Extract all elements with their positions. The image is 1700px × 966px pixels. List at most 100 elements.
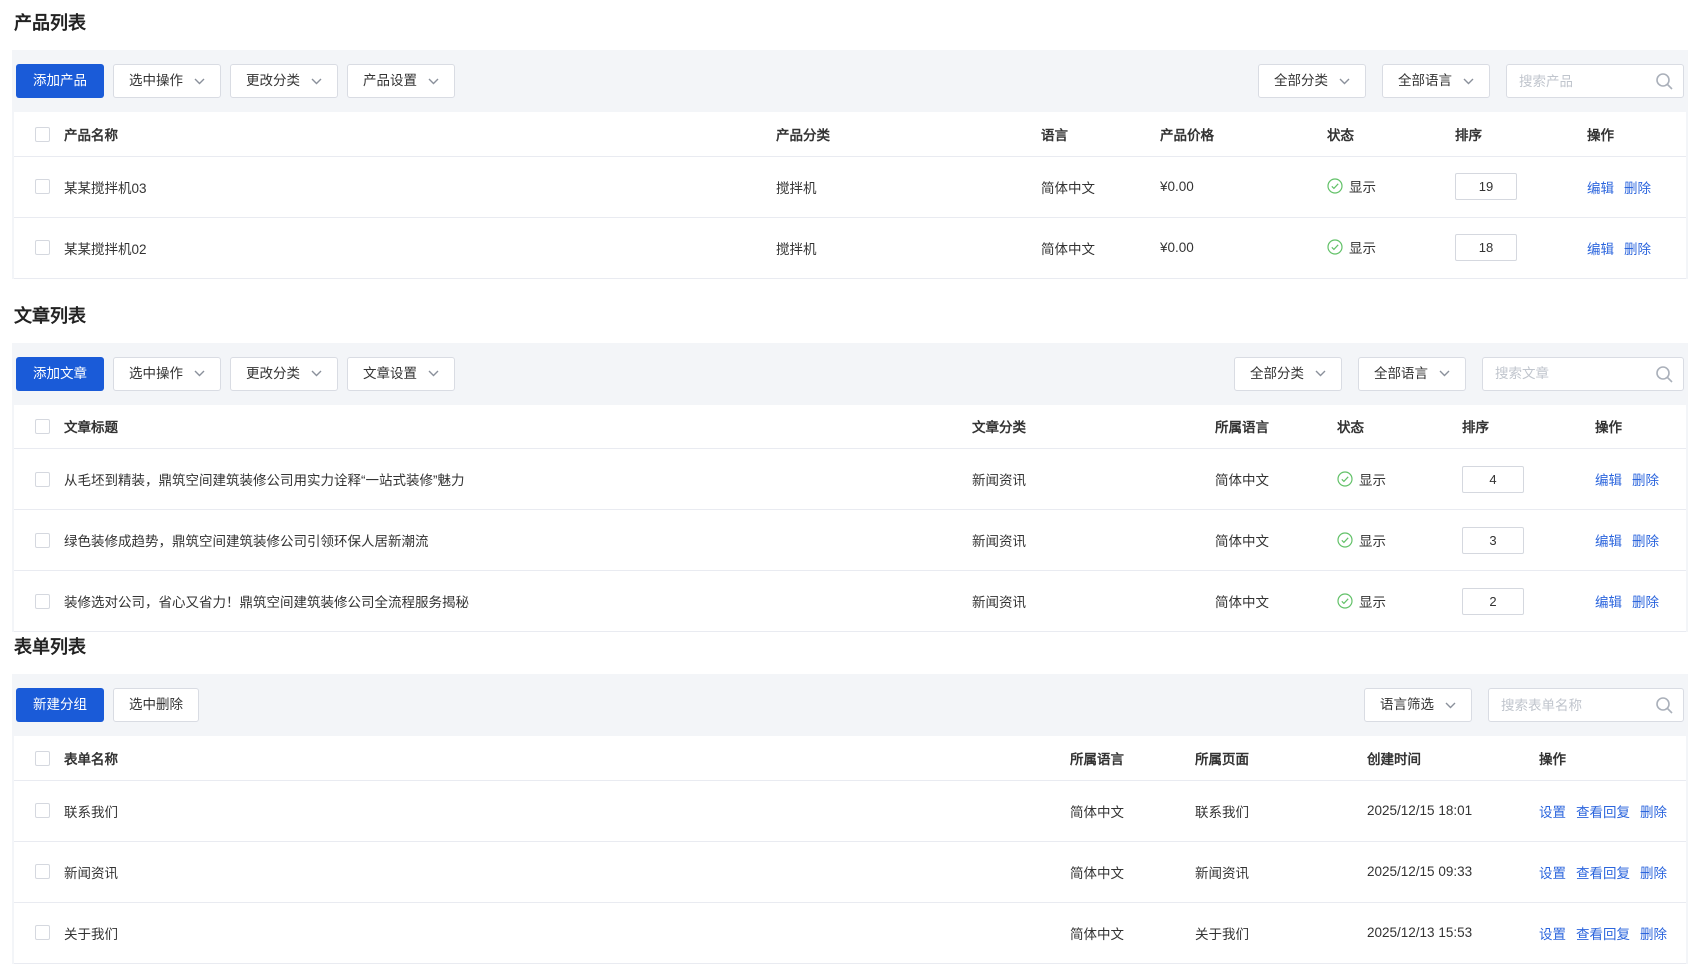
- selected-actions-dropdown[interactable]: 选中操作: [113, 357, 221, 391]
- status-badge: 显示: [1327, 237, 1376, 257]
- language-filter-dropdown[interactable]: 全部语言: [1382, 64, 1490, 98]
- article-row: 装修选对公司，省心又省力！鼎筑空间建筑装修公司全流程服务揭秘 新闻资讯 简体中文…: [14, 571, 1686, 632]
- delete-link[interactable]: 删除: [1624, 181, 1651, 196]
- dropdown-label: 语言筛选: [1380, 689, 1434, 721]
- status-badge: 显示: [1327, 176, 1376, 196]
- edit-link[interactable]: 编辑: [1595, 473, 1622, 488]
- delete-link[interactable]: 删除: [1640, 805, 1667, 820]
- category-filter-dropdown[interactable]: 全部分类: [1258, 64, 1366, 98]
- row-checkbox[interactable]: [35, 803, 50, 818]
- category-filter-dropdown[interactable]: 全部分类: [1234, 357, 1342, 391]
- form-page: 关于我们: [1195, 927, 1249, 942]
- select-all-checkbox[interactable]: [35, 127, 50, 142]
- product-category: 搅拌机: [776, 242, 817, 257]
- select-all-checkbox[interactable]: [35, 751, 50, 766]
- select-all-checkbox[interactable]: [35, 419, 50, 434]
- sort-input[interactable]: [1455, 173, 1517, 200]
- settings-link[interactable]: 设置: [1539, 805, 1566, 820]
- article-search: [1482, 357, 1684, 391]
- search-icon[interactable]: [1655, 696, 1674, 715]
- form-row: 关于我们 简体中文 关于我们 2025/12/13 15:53 设置查看回复删除: [14, 902, 1686, 963]
- change-category-dropdown[interactable]: 更改分类: [230, 64, 338, 98]
- settings-link[interactable]: 设置: [1539, 927, 1566, 942]
- delete-link[interactable]: 删除: [1640, 866, 1667, 881]
- column-header: 操作: [1595, 405, 1686, 449]
- row-checkbox[interactable]: [35, 240, 50, 255]
- form-name: 关于我们: [64, 927, 118, 942]
- column-header: 文章分类: [972, 405, 1215, 449]
- row-checkbox[interactable]: [35, 533, 50, 548]
- column-header: 语言: [1041, 112, 1160, 156]
- article-category: 新闻资讯: [972, 534, 1026, 549]
- chevron-down-icon: [1439, 370, 1450, 377]
- view-replies-link[interactable]: 查看回复: [1576, 866, 1630, 881]
- sort-input[interactable]: [1462, 466, 1524, 493]
- row-checkbox[interactable]: [35, 925, 50, 940]
- row-checkbox[interactable]: [35, 594, 50, 609]
- product-language: 简体中文: [1041, 181, 1095, 196]
- settings-link[interactable]: 设置: [1539, 866, 1566, 881]
- article-row: 绿色装修成趋势，鼎筑空间建筑装修公司引领环保人居新潮流 新闻资讯 简体中文 显示…: [14, 510, 1686, 571]
- sort-input[interactable]: [1462, 588, 1524, 615]
- check-circle-icon: [1337, 532, 1353, 548]
- dropdown-label: 全部语言: [1374, 358, 1428, 390]
- row-checkbox[interactable]: [35, 864, 50, 879]
- language-filter-dropdown[interactable]: 语言筛选: [1364, 688, 1472, 722]
- column-header: 操作: [1587, 112, 1686, 156]
- column-header: 产品价格: [1160, 112, 1327, 156]
- check-circle-icon: [1337, 593, 1353, 609]
- change-category-dropdown[interactable]: 更改分类: [230, 357, 338, 391]
- check-circle-icon: [1327, 178, 1343, 194]
- edit-link[interactable]: 编辑: [1595, 534, 1622, 549]
- articles-header-row: 文章标题 文章分类 所属语言 状态 排序 操作: [14, 405, 1686, 449]
- dropdown-label: 更改分类: [246, 358, 300, 390]
- chevron-down-icon: [428, 370, 439, 377]
- view-replies-link[interactable]: 查看回复: [1576, 927, 1630, 942]
- status-label: 显示: [1359, 469, 1386, 489]
- products-header-row: 产品名称 产品分类 语言 产品价格 状态 排序 操作: [14, 112, 1686, 156]
- row-actions: 设置查看回复删除: [1539, 780, 1686, 841]
- sort-input[interactable]: [1455, 234, 1517, 261]
- add-product-button[interactable]: 添加产品: [16, 64, 104, 98]
- row-checkbox[interactable]: [35, 472, 50, 487]
- edit-link[interactable]: 编辑: [1587, 242, 1614, 257]
- search-icon[interactable]: [1655, 365, 1674, 384]
- delete-link[interactable]: 删除: [1632, 534, 1659, 549]
- article-settings-dropdown[interactable]: 文章设置: [347, 357, 455, 391]
- selected-actions-dropdown[interactable]: 选中操作: [113, 64, 221, 98]
- form-language: 简体中文: [1070, 927, 1124, 942]
- chevron-down-icon: [428, 78, 439, 85]
- delete-link[interactable]: 删除: [1632, 595, 1659, 610]
- article-search-input[interactable]: [1483, 358, 1683, 390]
- view-replies-link[interactable]: 查看回复: [1576, 805, 1630, 820]
- sort-input[interactable]: [1462, 527, 1524, 554]
- form-language: 简体中文: [1070, 866, 1124, 881]
- article-title: 从毛坯到精装，鼎筑空间建筑装修公司用实力诠释“一站式装修”魅力: [64, 473, 465, 488]
- product-name: 某某搅拌机02: [64, 242, 147, 257]
- delete-link[interactable]: 删除: [1640, 927, 1667, 942]
- dropdown-label: 产品设置: [363, 65, 417, 97]
- language-filter-dropdown[interactable]: 全部语言: [1358, 357, 1466, 391]
- row-actions: 设置查看回复删除: [1539, 841, 1686, 902]
- dropdown-label: 更改分类: [246, 65, 300, 97]
- form-search: [1488, 688, 1684, 722]
- delete-link[interactable]: 删除: [1624, 242, 1651, 257]
- product-settings-dropdown[interactable]: 产品设置: [347, 64, 455, 98]
- new-group-button[interactable]: 新建分组: [16, 688, 104, 722]
- status-label: 显示: [1359, 530, 1386, 550]
- product-search: [1506, 64, 1684, 98]
- forms-header-row: 表单名称 所属语言 所属页面 创建时间 操作: [14, 736, 1686, 780]
- form-search-input[interactable]: [1489, 689, 1683, 721]
- delete-selected-button[interactable]: 选中删除: [113, 688, 199, 722]
- edit-link[interactable]: 编辑: [1587, 181, 1614, 196]
- edit-link[interactable]: 编辑: [1595, 595, 1622, 610]
- search-icon[interactable]: [1655, 72, 1674, 91]
- row-checkbox[interactable]: [35, 179, 50, 194]
- status-badge: 显示: [1337, 591, 1386, 611]
- add-article-button[interactable]: 添加文章: [16, 357, 104, 391]
- article-category: 新闻资讯: [972, 473, 1026, 488]
- chevron-down-icon: [311, 78, 322, 85]
- column-header: 产品分类: [776, 112, 1041, 156]
- delete-link[interactable]: 删除: [1632, 473, 1659, 488]
- article-language: 简体中文: [1215, 534, 1269, 549]
